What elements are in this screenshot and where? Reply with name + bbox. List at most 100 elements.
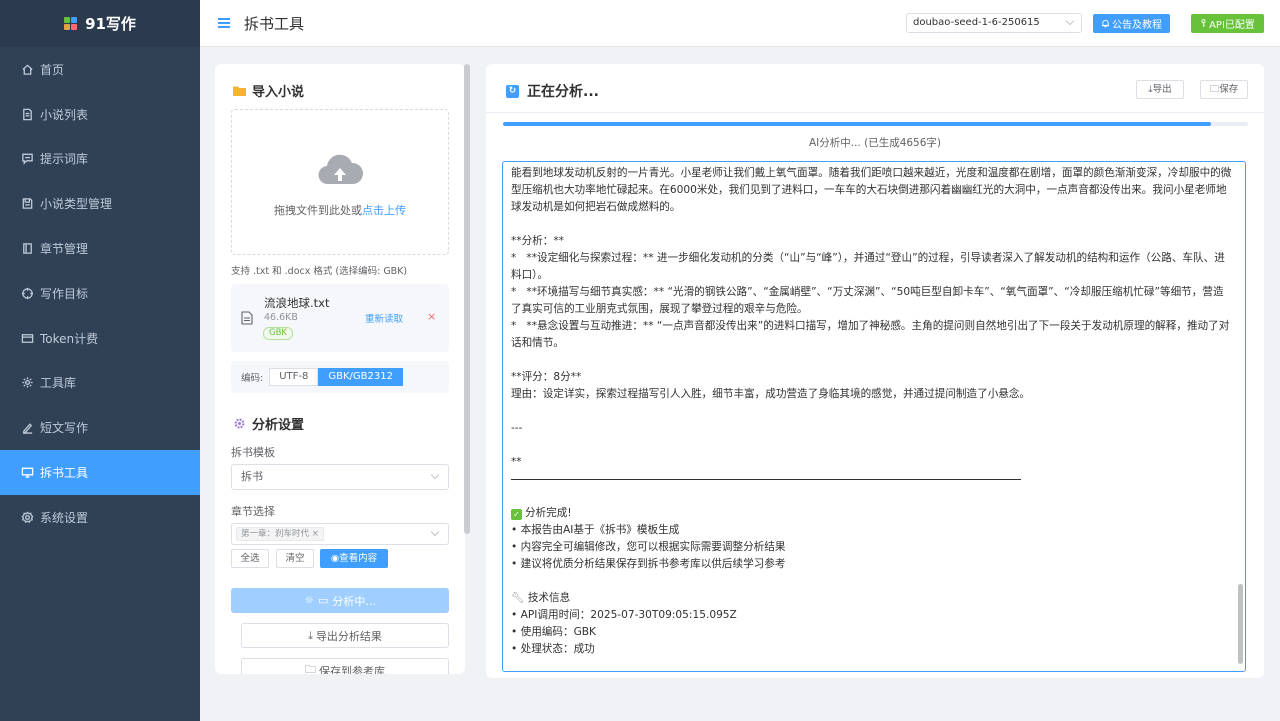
export-results-button[interactable]: ⤓ 导出分析结果: [241, 623, 449, 648]
eye-icon: ◉: [330, 553, 340, 564]
key-icon: [1201, 19, 1206, 28]
remove-file-icon[interactable]: ×: [427, 310, 436, 323]
model-select[interactable]: doubao-seed-1-6-250615: [906, 13, 1082, 33]
sidebar-item-label: 提示词库: [40, 152, 89, 167]
sidebar-item-label: 首页: [40, 62, 65, 77]
refresh-icon: ↻: [506, 84, 519, 98]
logo-icon: [64, 16, 78, 31]
document-icon: [20, 107, 34, 121]
chevron-down-icon: [430, 527, 440, 537]
page-title: 拆书工具: [244, 14, 305, 33]
result-line: [511, 403, 1233, 420]
sidebar-item-label: 写作目标: [40, 286, 89, 301]
cloud-upload-icon: [318, 154, 364, 185]
result-editor[interactable]: 能看到地球发动机反射的一片青光。小星老师让我们戴上氧气面罩。随着我们距喷口越来越…: [502, 161, 1246, 672]
sidebar-item-6[interactable]: Token计费: [0, 316, 200, 361]
chapter-label: 章节选择: [231, 505, 275, 518]
result-line: **分析：**: [511, 235, 564, 247]
chapter-select[interactable]: 第一章：刹车时代 ×: [231, 523, 449, 545]
sidebar-item-4[interactable]: 章节管理: [0, 226, 200, 271]
api-config-button[interactable]: API已配置: [1191, 14, 1264, 33]
select-all-button[interactable]: 全选: [231, 549, 269, 568]
chevron-down-icon: [1065, 16, 1075, 26]
result-panel: ↻ 正在分析... ⤓导出 🗀保存 AI分析中... (已生成4656字) 能看…: [486, 64, 1264, 678]
sidebar-item-label: Token计费: [40, 331, 99, 346]
horizontal-rule: [511, 479, 1021, 480]
book-icon: [20, 242, 34, 256]
monitor-icon: [20, 466, 34, 480]
click-upload-link[interactable]: 点击上传: [362, 204, 406, 217]
divider: [486, 112, 1264, 113]
sidebar-item-2[interactable]: 提示词库: [0, 137, 200, 182]
complete-line: • 本报告由AI基于《拆书》模板生成: [511, 524, 680, 536]
notice-button[interactable]: 公告及教程: [1093, 14, 1170, 33]
result-title: ↻ 正在分析...: [506, 81, 599, 101]
encoding-option-utf8[interactable]: UTF-8: [269, 368, 319, 386]
left-panel: 导入小说 拖拽文件到此处或点击上传 支持 .txt 和 .docx 格式 (选择…: [215, 64, 465, 674]
pen-icon: [20, 421, 34, 435]
settings-section-title: 分析设置: [233, 414, 304, 433]
progress-fill: [503, 122, 1211, 126]
save-reference-button[interactable]: 🗀 保存到参考库: [241, 658, 449, 674]
sidebar-item-label: 工具库: [40, 376, 77, 391]
encoding-tag: GBK: [263, 327, 293, 340]
sidebar-item-8[interactable]: 短文写作: [0, 405, 200, 450]
result-line: [511, 437, 1233, 454]
download-icon: ⤓: [308, 628, 313, 642]
brand[interactable]: 91写作: [0, 0, 200, 47]
monitor-icon: ▭: [317, 594, 329, 607]
model-select-value: doubao-seed-1-6-250615: [913, 17, 1040, 28]
sidebar-item-label: 章节管理: [40, 242, 89, 257]
left-panel-scrollbar[interactable]: [464, 64, 470, 534]
clear-button[interactable]: 清空: [276, 549, 314, 568]
progress-text: AI分析中... (已生成4656字): [808, 137, 942, 149]
result-line: * **悬念设置与互动推进：** “一点声音都没传出来”的进料口描写，增加了神秘…: [511, 320, 1230, 349]
wrench-icon: 🔧︎: [511, 592, 525, 604]
encoding-option-gbk[interactable]: GBK/GB2312: [318, 368, 403, 386]
sidebar-item-label: 小说列表: [40, 107, 89, 122]
tech-title: 🔧︎ 技术信息: [511, 592, 571, 604]
gear-icon: [234, 418, 245, 429]
folder-icon: [233, 86, 246, 96]
save-icon: [20, 197, 34, 211]
sidebar-item-7[interactable]: 工具库: [0, 361, 200, 406]
upload-dropzone[interactable]: 拖拽文件到此处或点击上传: [231, 109, 449, 255]
template-select[interactable]: 拆书: [231, 464, 449, 490]
sidebar-item-label: 系统设置: [40, 510, 89, 525]
brand-name: 91写作: [85, 15, 136, 33]
sidebar-item-1[interactable]: 小说列表: [0, 92, 200, 137]
result-line: **评分：8分**: [511, 371, 582, 383]
sidebar-item-0[interactable]: 首页: [0, 47, 200, 92]
check-icon: ✓: [511, 509, 522, 520]
folder-icon: 🗀: [305, 663, 316, 674]
complete-line: • 内容完全可编辑修改，您可以根据实际需要调整分析结果: [511, 541, 786, 553]
tech-line: • API调用时间：2025-07-30T09:05:15.095Z: [511, 609, 737, 621]
export-button[interactable]: ⤓导出: [1136, 80, 1184, 99]
chat-icon: [20, 152, 34, 166]
sidebar-item-10[interactable]: 系统设置: [0, 495, 200, 540]
result-line: **: [511, 456, 522, 468]
analyze-button[interactable]: ☼ ▭ 分析中...: [231, 588, 449, 613]
sidebar-item-5[interactable]: 写作目标: [0, 271, 200, 316]
reload-link[interactable]: 重新读取: [365, 311, 403, 325]
sidebar-item-3[interactable]: 小说类型管理: [0, 181, 200, 226]
file-name: 流浪地球.txt: [264, 296, 330, 310]
folder-icon: 🗀: [1209, 84, 1220, 95]
settings-icon: [20, 510, 34, 524]
header: 拆书工具 doubao-seed-1-6-250615 公告及教程 API已配置: [200, 0, 1280, 47]
support-text: 支持 .txt 和 .docx 格式 (选择编码: GBK): [231, 266, 408, 277]
sidebar-item-9[interactable]: 拆书工具: [0, 450, 200, 495]
gear-icon: [20, 376, 34, 390]
result-line: * **设定细化与探索过程：** 进一步细化发动机的分类（“山”与“峰”），并通…: [511, 252, 1225, 281]
sidebar: 91写作 首页小说列表提示词库小说类型管理章节管理写作目标 Token计费 工具库短…: [0, 0, 200, 721]
bell-icon: [1101, 19, 1110, 28]
editor-scrollbar[interactable]: [1238, 584, 1243, 664]
result-content[interactable]: 能看到地球发动机反射的一片青光。小星老师让我们戴上氧气面罩。随着我们距喷口越来越…: [511, 165, 1233, 658]
encoding-label: 编码:: [241, 373, 264, 384]
menu-toggle-icon[interactable]: [218, 18, 230, 28]
sidebar-menu: 首页小说列表提示词库小说类型管理章节管理写作目标 Token计费 工具库短文写作 拆书…: [0, 47, 200, 540]
save-button[interactable]: 🗀保存: [1200, 80, 1248, 99]
view-content-button[interactable]: ◉查看内容: [320, 549, 388, 568]
result-line: ---: [511, 422, 523, 434]
chevron-down-icon: [430, 470, 440, 480]
